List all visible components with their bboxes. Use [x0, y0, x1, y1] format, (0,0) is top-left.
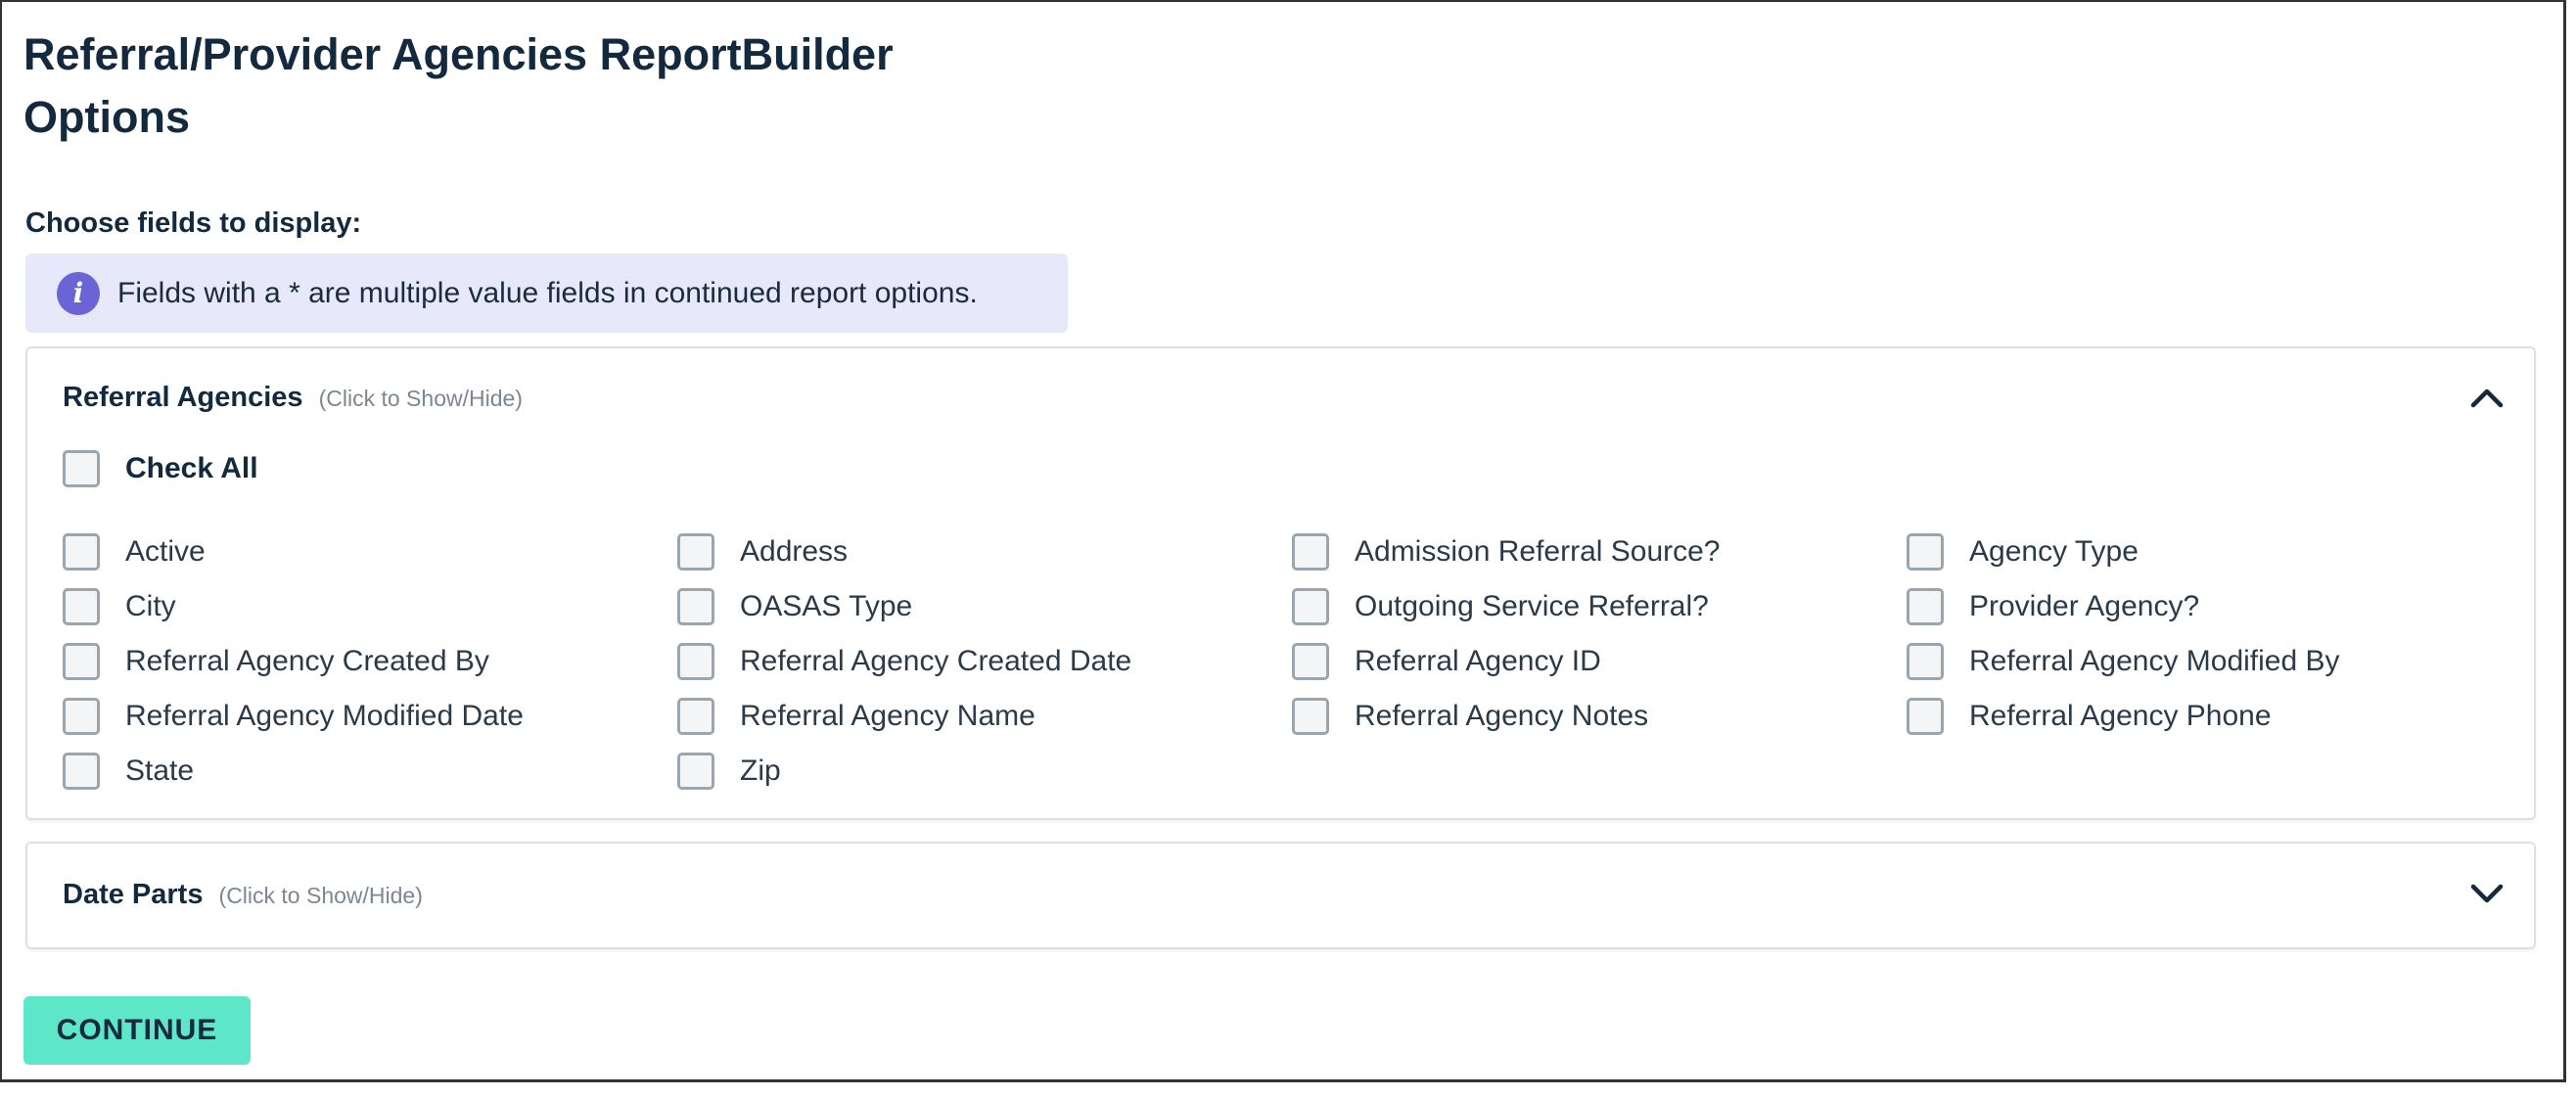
choose-fields-label: Choose fields to display: [25, 207, 362, 239]
field-label: State [125, 755, 195, 787]
field-checkbox[interactable] [1292, 588, 1329, 625]
info-banner-text: Fields with a * are multiple value field… [117, 276, 978, 309]
field-label: Referral Agency Created By [125, 645, 489, 677]
field-checkbox-item[interactable]: Referral Agency Name [677, 689, 1292, 744]
continue-button[interactable]: CONTINUE [23, 996, 251, 1065]
field-checkbox[interactable] [677, 533, 714, 571]
page-title-line-2: Options [23, 92, 190, 142]
check-all[interactable]: Check All [63, 450, 258, 487]
field-label: Admission Referral Source? [1355, 535, 1721, 568]
field-checkbox-item[interactable]: Referral Agency Modified Date [63, 689, 677, 744]
field-checkbox-item[interactable]: Referral Agency Notes [1292, 689, 1907, 744]
check-all-checkbox[interactable] [63, 450, 100, 487]
field-checkbox-item[interactable]: Agency Type [1907, 525, 2521, 579]
field-label: Referral Agency ID [1355, 645, 1601, 677]
date-parts-header[interactable]: Date Parts (Click to Show/Hide) [63, 879, 423, 911]
panel-title: Referral Agencies [63, 382, 303, 413]
field-checkbox[interactable] [63, 753, 100, 790]
field-checkbox[interactable] [1907, 643, 1944, 680]
field-label: Referral Agency Created Date [740, 645, 1132, 677]
field-checkbox[interactable] [1292, 698, 1329, 735]
referral-agencies-header[interactable]: Referral Agencies (Click to Show/Hide) [63, 382, 523, 414]
field-checkbox[interactable] [1907, 698, 1944, 735]
field-label: Referral Agency Name [740, 700, 1035, 732]
chevron-down-icon[interactable] [2469, 881, 2505, 904]
field-checkbox[interactable] [677, 753, 714, 790]
info-icon: i [57, 271, 100, 315]
page-title-line-1: Referral/Provider Agencies ReportBuilder [23, 29, 894, 79]
field-checkbox[interactable] [677, 643, 714, 680]
field-checkbox[interactable] [1292, 533, 1329, 571]
field-checkbox-item[interactable]: Address [677, 525, 1292, 579]
page-title: Referral/Provider Agencies ReportBuilder… [23, 23, 1002, 149]
field-checkbox-item[interactable]: State [63, 744, 677, 799]
field-checkbox[interactable] [63, 643, 100, 680]
field-label: Agency Type [1969, 535, 2139, 568]
field-checkbox[interactable] [677, 698, 714, 735]
field-checkbox-item[interactable]: Provider Agency? [1907, 579, 2521, 634]
panel-title: Date Parts [63, 879, 204, 910]
check-all-label: Check All [125, 452, 258, 484]
field-label: Referral Agency Notes [1355, 700, 1649, 732]
field-label: Referral Agency Phone [1969, 700, 2272, 732]
field-checkbox[interactable] [677, 588, 714, 625]
field-checkbox-item[interactable]: Active [63, 525, 677, 579]
field-checkbox-item[interactable]: Referral Agency Phone [1907, 689, 2521, 744]
report-builder-window: Referral/Provider Agencies ReportBuilder… [0, 0, 2566, 1082]
field-checkbox[interactable] [63, 588, 100, 625]
field-checkbox[interactable] [1907, 588, 1944, 625]
field-label: Outgoing Service Referral? [1355, 590, 1709, 622]
date-parts-panel: Date Parts (Click to Show/Hide) [25, 842, 2536, 949]
field-checkbox-item[interactable]: Outgoing Service Referral? [1292, 579, 1907, 634]
field-checkbox[interactable] [1292, 643, 1329, 680]
field-label: Address [740, 535, 849, 568]
panel-hint: (Click to Show/Hide) [318, 386, 523, 411]
field-checkbox[interactable] [63, 698, 100, 735]
field-label: Provider Agency? [1969, 590, 2200, 622]
referral-agencies-panel: Referral Agencies (Click to Show/Hide) C… [25, 346, 2536, 820]
field-label: City [125, 590, 176, 622]
panel-hint: (Click to Show/Hide) [218, 883, 423, 908]
field-label: OASAS Type [740, 590, 913, 622]
field-checkbox-item[interactable]: OASAS Type [677, 579, 1292, 634]
field-label: Active [125, 535, 206, 568]
field-label: Zip [740, 755, 781, 787]
field-checkbox-grid: Active Address Admission Referral Source? A… [63, 525, 2521, 799]
field-label: Referral Agency Modified By [1969, 645, 2340, 677]
field-checkbox[interactable] [63, 533, 100, 571]
field-checkbox-item[interactable]: City [63, 579, 677, 634]
chevron-up-icon[interactable] [2469, 386, 2505, 409]
field-checkbox-item[interactable]: Referral Agency ID [1292, 634, 1907, 689]
field-checkbox-item[interactable]: Referral Agency Modified By [1907, 634, 2521, 689]
field-label: Referral Agency Modified Date [125, 700, 524, 732]
field-checkbox-item[interactable]: Referral Agency Created Date [677, 634, 1292, 689]
field-checkbox-item[interactable]: Referral Agency Created By [63, 634, 677, 689]
info-banner: i Fields with a * are multiple value fie… [25, 253, 1068, 333]
field-checkbox-item[interactable]: Zip [677, 744, 1292, 799]
field-checkbox[interactable] [1907, 533, 1944, 571]
field-checkbox-item[interactable]: Admission Referral Source? [1292, 525, 1907, 579]
